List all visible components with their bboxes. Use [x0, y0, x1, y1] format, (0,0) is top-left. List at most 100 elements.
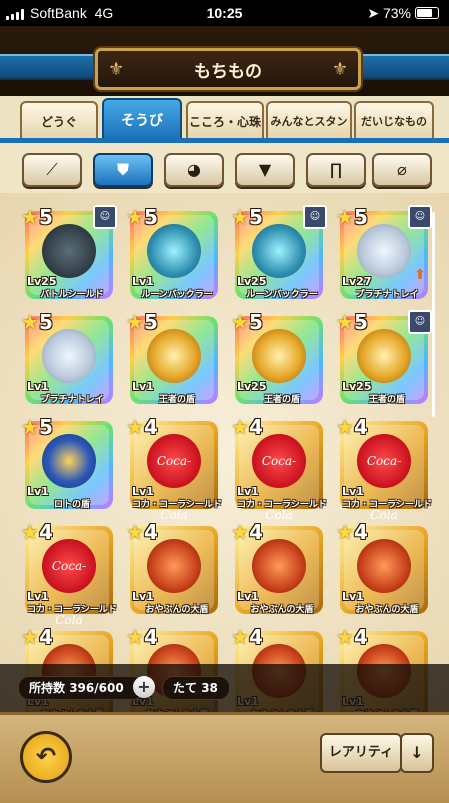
- item-name: プラチナトレイ: [355, 290, 419, 300]
- equipment-card[interactable]: ★ 5 Lv1 ロトの盾: [21, 415, 113, 510]
- shield-item-icon: Coca-Cola: [252, 434, 306, 522]
- category-weapon-button[interactable]: ⟋: [22, 153, 82, 187]
- star-icon: ★: [336, 310, 354, 334]
- shield-item-icon: Coca-Cola: [147, 434, 201, 522]
- rarity-star: ★ 5: [21, 205, 53, 229]
- equipment-card[interactable]: Coca-Cola ★ 4 Lv1 コカ・コーラシールド: [21, 520, 117, 627]
- item-name: おやぶんの大盾: [355, 605, 419, 615]
- shield-item-icon: Coca-Cola: [42, 539, 96, 627]
- pants-icon: ∏: [329, 160, 343, 179]
- tab-key-items[interactable]: だいじなもの: [354, 101, 434, 141]
- accessory-icon: ⌀: [397, 160, 407, 179]
- scrollbar[interactable]: [432, 212, 435, 417]
- star-icon: ★: [126, 520, 144, 544]
- equipped-character-icon: ☺: [408, 205, 432, 229]
- rows-count: たて 38: [162, 676, 230, 700]
- upgrade-arrow-icon: ⬆: [414, 267, 426, 283]
- sort-direction-button[interactable]: ↓: [400, 733, 434, 773]
- item-name: 王者の盾: [368, 395, 405, 405]
- shield-item-icon: [252, 539, 306, 594]
- item-name: おやぶんの大盾: [145, 605, 209, 615]
- equipment-card[interactable]: ★ 5 ☺ ⬆ Lv27 プラチナトレイ: [336, 205, 432, 300]
- star-icon: ★: [336, 520, 354, 544]
- star-icon: ★: [126, 310, 144, 334]
- equipment-card[interactable]: ★4Lv1おやぶんの大盾: [126, 520, 218, 615]
- rarity-star: ★ 5: [21, 415, 53, 439]
- shirt-icon: ▼: [258, 160, 272, 179]
- category-head-button[interactable]: ◕: [164, 153, 224, 187]
- sort-rarity-button[interactable]: レアリティ: [320, 733, 402, 773]
- equipment-card[interactable]: ★ 5 ☺ Lv25 王者の盾: [336, 310, 432, 405]
- status-bar: SoftBank 4G 10:25 ➤ 73%: [0, 0, 449, 26]
- battery-icon: [415, 7, 439, 19]
- star-icon: ★: [21, 205, 39, 229]
- shield-icon: ⛊: [116, 160, 129, 179]
- tab-stamps[interactable]: みんなとスタンプ: [266, 101, 352, 166]
- shield-item-icon: [357, 329, 411, 384]
- item-name: コカ・コーラシールド: [132, 500, 222, 510]
- footer: ↶ レアリティ ↓: [0, 712, 449, 803]
- item-name: ルーンバックラー: [141, 290, 213, 300]
- rarity-star: ★ 4: [231, 415, 263, 439]
- shield-item-icon: [42, 224, 96, 279]
- category-legs-button[interactable]: ∏: [306, 153, 366, 187]
- fleur-right-icon: ⚜: [331, 59, 348, 80]
- equipment-card[interactable]: ★ 5 Lv1 プラチナトレイ: [21, 310, 113, 405]
- equipment-card[interactable]: ★ 5 Lv1 ルーンバックラー: [126, 205, 218, 300]
- rarity-star: ★ 4: [126, 415, 158, 439]
- rarity-star: ★ 4: [21, 520, 53, 544]
- category-bar: ⟋ ⛊ ◕ ▼ ∏ ⌀: [0, 143, 449, 193]
- star-icon: ★: [336, 625, 354, 649]
- item-name: コカ・コーラシールド: [342, 500, 432, 510]
- star-icon: ★: [336, 205, 354, 229]
- tab-kokoro[interactable]: こころ・心珠: [186, 101, 264, 141]
- equipment-card[interactable]: Coca-Cola ★ 4 Lv1 コカ・コーラシールド: [126, 415, 222, 522]
- equipped-character-icon: ☺: [408, 310, 432, 334]
- shield-item-icon: [147, 224, 201, 279]
- star-icon: ★: [21, 625, 39, 649]
- tab-tools[interactable]: どうぐ: [20, 101, 98, 141]
- equipment-card[interactable]: Coca-Cola ★ 4 Lv1 コカ・コーラシールド: [231, 415, 327, 522]
- expand-inventory-button[interactable]: +: [133, 676, 155, 698]
- item-name: プラチナトレイ: [40, 395, 104, 405]
- rarity-star: ★ 5: [21, 310, 53, 334]
- star-icon: ★: [231, 310, 249, 334]
- rarity-star: ★ 5: [231, 310, 263, 334]
- category-accessory-button[interactable]: ⌀: [372, 153, 432, 187]
- shield-item-icon: [147, 539, 201, 594]
- shield-item-icon: [357, 539, 411, 594]
- equipment-card[interactable]: ★ 5 Lv25 王者の盾: [231, 310, 323, 405]
- rarity-star: ★ 5: [336, 205, 368, 229]
- item-name: おやぶんの大盾: [250, 605, 314, 615]
- helmet-icon: ◕: [187, 160, 201, 179]
- tab-equipment[interactable]: そうび: [102, 98, 182, 141]
- star-icon: ★: [126, 625, 144, 649]
- equipment-card[interactable]: ★ 5 Lv1 王者の盾: [126, 310, 218, 405]
- item-name: コカ・コーラシールド: [237, 500, 327, 510]
- star-icon: ★: [336, 415, 354, 439]
- star-icon: ★: [21, 520, 39, 544]
- rarity-star: ★ 5: [231, 205, 263, 229]
- category-shield-button[interactable]: ⛊: [93, 153, 153, 187]
- equipped-character-icon: ☺: [303, 205, 327, 229]
- star-icon: ★: [21, 310, 39, 334]
- star-icon: ★: [231, 625, 249, 649]
- rarity-star: ★ 4: [336, 415, 368, 439]
- equipment-card[interactable]: ★4Lv1おやぶんの大盾: [231, 520, 323, 615]
- item-name: ルーンバックラー: [246, 290, 318, 300]
- equipment-card[interactable]: ★ 5 ☺ Lv25 ルーンバックラー: [231, 205, 327, 300]
- tab-bar: どうぐ そうび こころ・心珠 みんなとスタンプ だいじなもの: [0, 96, 449, 166]
- star-icon: ★: [231, 520, 249, 544]
- rarity-star: ★ 4: [336, 520, 368, 544]
- item-name: 王者の盾: [158, 395, 195, 405]
- header: ⚜ もちもの ⚜: [0, 26, 449, 96]
- equipment-card[interactable]: ★4Lv1おやぶんの大盾: [336, 520, 428, 615]
- star-icon: ★: [231, 415, 249, 439]
- equipment-card[interactable]: Coca-Cola ★ 4 Lv1 コカ・コーラシールド: [336, 415, 432, 522]
- rarity-star: ★ 5: [126, 310, 158, 334]
- equipment-card[interactable]: ★ 5 ☺ Lv25 バトルシールド: [21, 205, 117, 300]
- category-body-button[interactable]: ▼: [235, 153, 295, 187]
- back-button[interactable]: ↶: [20, 731, 72, 783]
- shield-item-icon: Coca-Cola: [357, 434, 411, 522]
- rarity-star: ★ 4: [231, 520, 263, 544]
